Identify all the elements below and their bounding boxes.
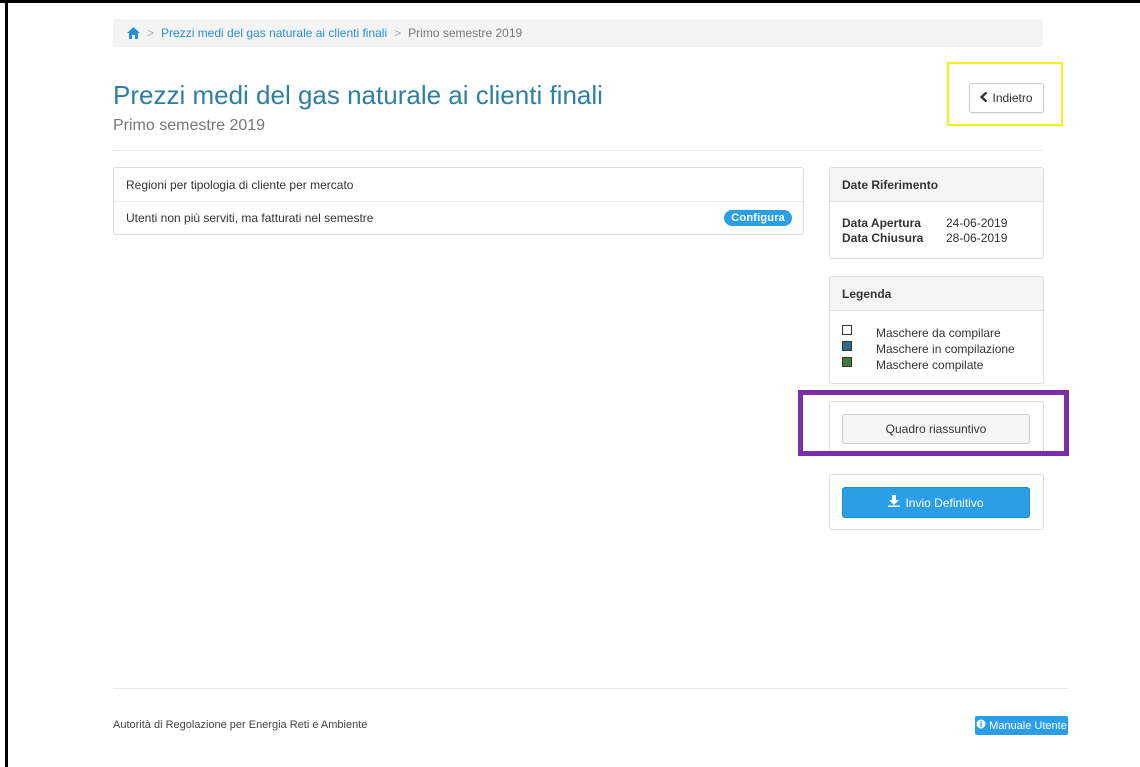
header-divider — [113, 150, 1043, 151]
legend-label: Maschere in compilazione — [876, 342, 1015, 356]
opening-date-label: Data Apertura — [842, 216, 921, 230]
closing-date-value: 28-06-2019 — [946, 231, 1008, 245]
configure-badge[interactable]: Configura — [724, 210, 792, 226]
window-frame-left — [5, 0, 8, 767]
legend-item: Maschere da compilare — [842, 325, 1043, 341]
reference-dates-panel: Date Riferimento Data Apertura 24-06-201… — [829, 167, 1044, 259]
legend-panel: Legenda Maschere da compilare Maschere i… — [829, 276, 1044, 384]
opening-date-value: 24-06-2019 — [946, 216, 1008, 230]
breadcrumb-separator: > — [394, 26, 402, 40]
legend-swatch — [842, 357, 852, 367]
info-circle-icon — [976, 719, 986, 732]
user-manual-label: Manuale Utente — [989, 719, 1067, 732]
legend-item: Maschere in compilazione — [842, 341, 1043, 357]
list-item-label: Regioni per tipologia di cliente per mer… — [126, 177, 354, 192]
chevron-left-icon — [980, 91, 988, 105]
legend-item: Maschere compilate — [842, 357, 1043, 373]
list-item[interactable]: Utenti non più serviti, ma fatturati nel… — [114, 201, 803, 234]
list-item[interactable]: Regioni per tipologia di cliente per mer… — [114, 168, 803, 201]
breadcrumb: > Prezzi medi del gas naturale ai client… — [113, 19, 1043, 47]
legend-swatch — [842, 325, 852, 335]
breadcrumb-current: Primo semestre 2019 — [408, 26, 523, 40]
home-icon[interactable] — [127, 27, 140, 39]
legend-label: Maschere compilate — [876, 358, 984, 372]
back-button-label: Indietro — [992, 91, 1033, 105]
footer-divider — [113, 688, 1068, 689]
panel-heading: Legenda — [830, 277, 1043, 311]
mask-list: Regioni per tipologia di cliente per mer… — [113, 167, 804, 235]
page-title: Prezzi medi del gas naturale ai clienti … — [113, 80, 603, 110]
send-panel: Invio Definitivo — [829, 474, 1044, 530]
summary-panel: Quadro riassuntivo — [829, 401, 1044, 456]
footer-authority: Autorità di Regolazione per Energia Reti… — [113, 719, 368, 731]
back-button[interactable]: Indietro — [969, 83, 1044, 113]
breadcrumb-link[interactable]: Prezzi medi del gas naturale ai clienti … — [161, 26, 387, 40]
closing-date-label: Data Chiusura — [842, 231, 924, 245]
window-frame-top — [0, 0, 1140, 3]
legend-swatch — [842, 341, 852, 351]
user-manual-button[interactable]: Manuale Utente — [975, 716, 1068, 735]
final-submit-button[interactable]: Invio Definitivo — [842, 487, 1030, 518]
download-icon — [888, 495, 901, 510]
breadcrumb-separator: > — [147, 26, 155, 40]
final-submit-label: Invio Definitivo — [905, 495, 984, 510]
page-subtitle: Primo semestre 2019 — [113, 117, 266, 134]
summary-button[interactable]: Quadro riassuntivo — [842, 414, 1030, 444]
legend-label: Maschere da compilare — [876, 326, 1001, 340]
panel-heading: Date Riferimento — [830, 168, 1043, 202]
list-item-label: Utenti non più serviti, ma fatturati nel… — [126, 211, 374, 225]
